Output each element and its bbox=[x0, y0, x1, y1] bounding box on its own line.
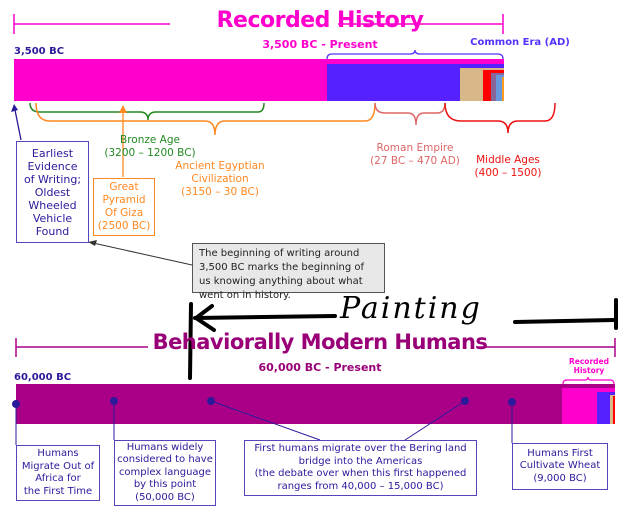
event-line: Humans First bbox=[527, 447, 593, 459]
writing-event-box: Earliest Evidence of Writing; Oldest Whe… bbox=[16, 141, 89, 243]
event-line: Humans bbox=[37, 448, 79, 459]
writing-note-callout: The beginning of writing around 3,500 BC… bbox=[192, 243, 385, 301]
event-box-complex-language: Humans widely considered to have complex… bbox=[114, 440, 216, 506]
event-line: considered to have bbox=[117, 454, 213, 466]
recorded-history-title: Recorded History bbox=[216, 8, 424, 33]
modern-humans-subtitle: 60,000 BC - Present bbox=[258, 361, 382, 374]
roman-empire-range: (27 BC – 470 AD) bbox=[370, 155, 460, 167]
bronze-age-range: (3200 – 1200 BC) bbox=[104, 147, 196, 159]
event-box-cultivate-wheat: Humans First Cultivate Wheat (9,000 BC) bbox=[512, 443, 608, 490]
event-box-bering-migration: First humans migrate over the Bering lan… bbox=[244, 440, 477, 496]
roman-empire-name: Roman Empire bbox=[376, 142, 454, 154]
common-era-brace bbox=[326, 49, 504, 60]
middle-ages-name: Middle Ages bbox=[476, 154, 540, 166]
event-line: ranges from 40,000 – 15,000 BC) bbox=[277, 480, 444, 492]
event-line: (the debate over when this first happene… bbox=[254, 468, 467, 479]
pyramid-line: Of Giza bbox=[104, 207, 144, 219]
bronze-age-name: Bronze Age bbox=[120, 134, 180, 146]
segment-orange bbox=[502, 77, 504, 101]
pyramid-line: Pyramid bbox=[102, 194, 146, 206]
writing-line: Oldest bbox=[34, 185, 71, 199]
ancient-egypt-range: (3150 – 30 BC) bbox=[181, 186, 259, 198]
writing-line: of Writing; bbox=[23, 172, 82, 186]
event-line: bridge into the Americas bbox=[298, 455, 423, 467]
middle-ages-label: Middle Ages (400 – 1500) bbox=[463, 154, 553, 180]
bronze-age-brace bbox=[29, 102, 265, 121]
recorded-history-start-label: 3,500 BC bbox=[14, 46, 65, 57]
writing-line: Earliest bbox=[31, 146, 74, 160]
small-recorded-label-line: History bbox=[573, 366, 605, 375]
event-line: complex language bbox=[118, 466, 212, 478]
event-line: (50,000 BC) bbox=[135, 491, 195, 503]
event-line: First humans migrate over the Bering lan… bbox=[254, 443, 467, 454]
note-arrow bbox=[88, 240, 193, 266]
mini-red-segment bbox=[613, 396, 615, 424]
event-line: Migrate Out of bbox=[21, 460, 95, 472]
small-recorded-history-brace bbox=[562, 376, 615, 385]
writing-line: Evidence bbox=[27, 159, 78, 173]
small-recorded-history-label: Recorded History bbox=[554, 357, 624, 375]
event-line: the First Time bbox=[23, 485, 93, 497]
writing-line: Wheeled bbox=[28, 198, 77, 212]
event-line: Africa for bbox=[35, 473, 81, 484]
writing-arrow bbox=[11, 104, 22, 141]
middle-ages-brace bbox=[444, 102, 556, 134]
roman-empire-label: Roman Empire (27 BC – 470 AD) bbox=[360, 142, 470, 168]
roman-empire-brace bbox=[374, 102, 446, 126]
ancient-egypt-label: Ancient Egyptian Civilization (3150 – 30… bbox=[160, 160, 280, 199]
writing-line: Found bbox=[35, 224, 70, 238]
common-era-label: Common Era (AD) bbox=[470, 37, 570, 48]
writing-line: Vehicle bbox=[32, 211, 73, 225]
ancient-egypt-name: Ancient Egyptian Civilization bbox=[175, 160, 265, 185]
bronze-age-label: Bronze Age (3200 – 1200 BC) bbox=[100, 134, 200, 160]
modern-humans-title: Behaviorally Modern Humans bbox=[152, 330, 488, 354]
modern-humans-start-label: 60,000 BC bbox=[14, 372, 72, 383]
painting-annotation-text: Painting bbox=[340, 291, 482, 326]
pyramid-line: (2500 BC) bbox=[97, 220, 151, 232]
event-line: by this point bbox=[133, 479, 197, 491]
modern-humans-bar bbox=[16, 384, 615, 424]
small-recorded-label-line: Recorded bbox=[569, 357, 609, 366]
event-line: (9,000 BC) bbox=[533, 472, 587, 484]
event-line: Humans widely bbox=[126, 441, 204, 453]
pyramid-line: Great bbox=[109, 181, 139, 193]
pyramid-event-box: Great Pyramid Of Giza (2500 BC) bbox=[93, 178, 155, 236]
event-line: Cultivate Wheat bbox=[519, 460, 601, 472]
event-box-out-of-africa: Humans Migrate Out of Africa for the Fir… bbox=[16, 445, 100, 501]
middle-ages-range: (400 – 1500) bbox=[474, 167, 542, 179]
ancient-egypt-brace bbox=[35, 102, 376, 136]
